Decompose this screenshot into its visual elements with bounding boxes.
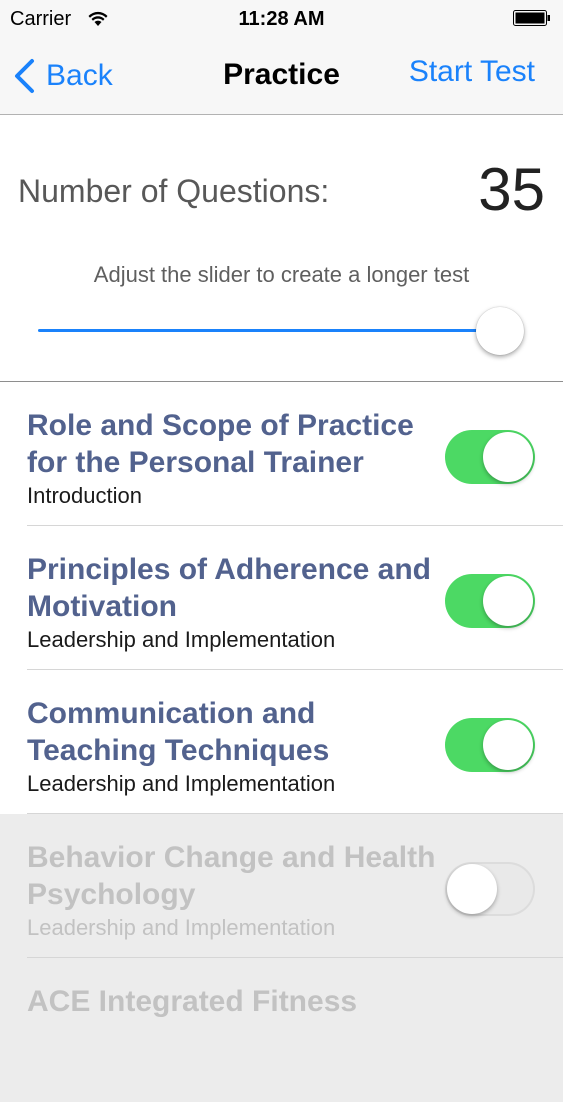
slider-thumb[interactable] <box>476 307 524 355</box>
topic-title: ACE Integrated Fitness <box>27 985 358 1018</box>
status-bar: Carrier 11:28 AM <box>0 0 563 38</box>
topic-row: Principles of Adherence and Motivation L… <box>0 526 563 670</box>
toggle-knob <box>483 720 533 770</box>
topic-row: Communication and Teaching Techniques Le… <box>0 670 563 814</box>
nav-bar: Back Practice Start Test <box>0 38 563 115</box>
topic-subtitle: Introduction <box>27 483 142 508</box>
topic-toggle[interactable] <box>445 718 535 772</box>
topic-title: Behavior Change and Health Psychology <box>27 841 436 911</box>
question-count-slider[interactable] <box>38 305 528 357</box>
topic-title: Role and Scope of Practice for the Perso… <box>27 409 414 479</box>
topic-row: ACE Integrated Fitness <box>0 958 563 1102</box>
topic-toggle[interactable] <box>445 574 535 628</box>
topic-row: Role and Scope of Practice for the Perso… <box>0 382 563 526</box>
topic-title: Communication and Teaching Techniques <box>27 697 330 767</box>
topic-toggle[interactable] <box>445 862 535 916</box>
topic-subtitle: Leadership and Implementation <box>27 771 336 796</box>
toggle-knob <box>447 864 497 914</box>
status-time: 11:28 AM <box>238 8 325 30</box>
questions-config: Number of Questions: 35 Adjust the slide… <box>0 115 563 382</box>
toggle-knob <box>483 576 533 626</box>
start-test-button[interactable]: Start Test <box>409 55 535 89</box>
number-of-questions-value: 35 <box>478 156 545 223</box>
toggle-knob <box>483 432 533 482</box>
number-of-questions-label: Number of Questions: <box>18 173 330 209</box>
slider-track <box>38 329 500 332</box>
topic-list: Role and Scope of Practice for the Perso… <box>0 382 563 1102</box>
topic-title: Principles of Adherence and Motivation <box>27 553 431 623</box>
topic-toggle[interactable] <box>445 430 535 484</box>
topic-subtitle: Leadership and Implementation <box>27 915 336 940</box>
slider-hint: Adjust the slider to create a longer tes… <box>93 262 470 287</box>
battery-icon <box>513 10 550 26</box>
topic-subtitle: Leadership and Implementation <box>27 627 336 652</box>
topic-row: Behavior Change and Health Psychology Le… <box>0 814 563 958</box>
